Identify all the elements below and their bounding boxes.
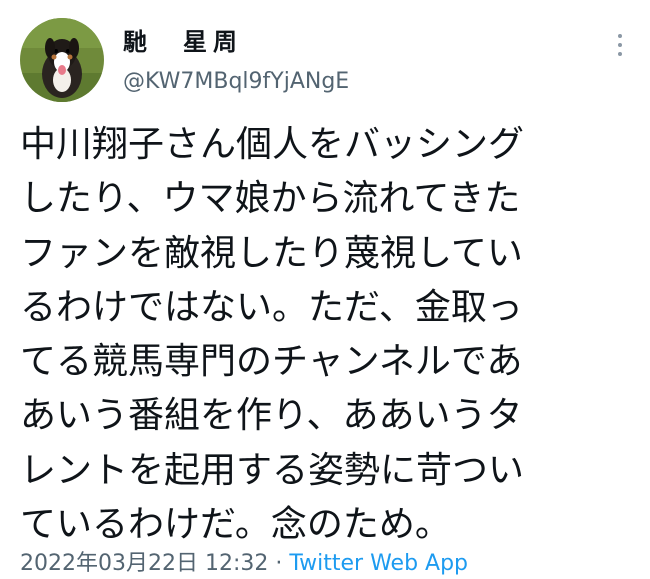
- tweet-meta: 2022年03月22日 12:32 · Twitter Web App: [20, 549, 468, 579]
- more-icon[interactable]: [608, 30, 632, 60]
- tweet-source-link[interactable]: Twitter Web App: [289, 551, 468, 576]
- meta-separator: ·: [268, 551, 290, 576]
- tweet-line: したり、ウマ娘から流れてきた: [20, 178, 521, 220]
- tweet-line: あいう番組を作り、ああいうタ: [20, 395, 523, 437]
- dog-avatar-image: [20, 18, 104, 102]
- tweet-line: ファンを敵視したり蔑視してい: [20, 232, 523, 274]
- tweet-timestamp[interactable]: 2022年03月22日 12:32: [20, 551, 268, 576]
- tweet-line: てる競馬専門のチャンネルであ: [20, 341, 523, 383]
- tweet-text: 中川翔子さん個人をバッシング したり、ウマ娘から流れてきた ファンを敵視したり蔑…: [20, 118, 620, 552]
- user-handle[interactable]: @KW7MBql9fYjANgE: [123, 68, 349, 96]
- tweet-line: るわけではない。ただ、金取っ: [20, 286, 523, 328]
- tweet-line: レントを起用する姿勢に苛つい: [20, 449, 525, 491]
- avatar[interactable]: [20, 18, 104, 102]
- display-name[interactable]: 馳 星周: [123, 27, 243, 57]
- tweet-line: 中川翔子さん個人をバッシング: [20, 124, 525, 165]
- tweet-line: ているわけだ。念のため。: [20, 504, 451, 546]
